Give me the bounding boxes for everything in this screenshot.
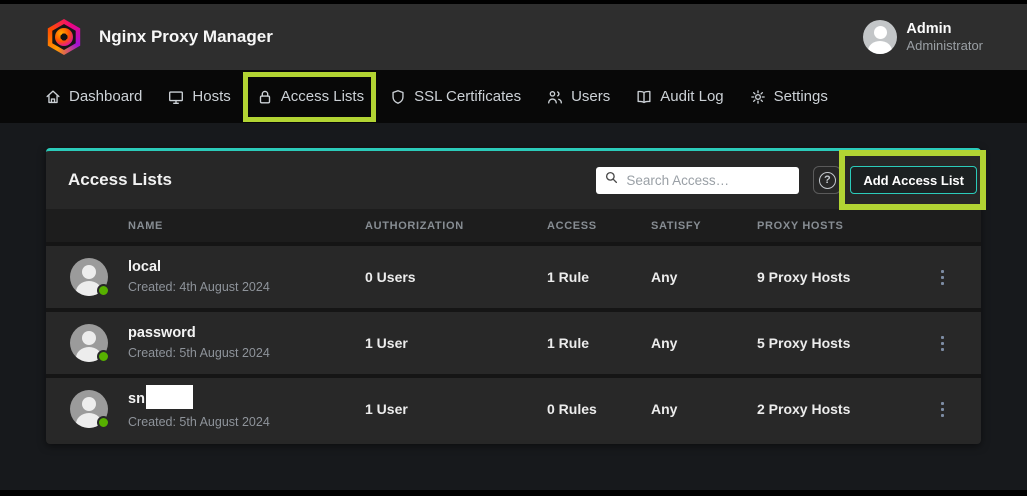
created-date: Created: 5th August 2024 [128,345,365,361]
row-menu-kebab-icon[interactable] [937,332,948,355]
shield-icon [389,88,407,106]
column-header-proxy-hosts: PROXY HOSTS [757,220,927,232]
satisfy-value: Any [651,401,757,417]
column-header-authorization: AUTHORIZATION [365,220,547,232]
nav-label: Users [571,88,610,105]
search-input[interactable] [626,173,791,188]
gear-icon [749,88,767,106]
user-role: Administrator [906,38,983,54]
column-header-satisfy: SATISFY [651,220,757,232]
access-lists-panel: Access Lists ? Add Access List NAME AUTH… [46,148,981,444]
npm-logo-icon [46,19,82,55]
row-menu-kebab-icon[interactable] [937,398,948,421]
help-icon: ? [819,172,836,189]
table-row[interactable]: sn Created: 5th August 2024 1 User 0 Rul… [46,374,981,440]
created-date: Created: 5th August 2024 [128,414,365,430]
app-title: Nginx Proxy Manager [99,27,273,47]
redaction-box [146,385,193,409]
lock-icon [256,88,274,106]
avatar[interactable] [863,20,897,54]
authorization-value: 0 Users [365,269,547,285]
status-dot [97,284,110,297]
nav-item-dashboard[interactable]: Dashboard [44,88,142,106]
proxy-hosts-value: 2 Proxy Hosts [757,401,927,417]
satisfy-value: Any [651,335,757,351]
nav-item-ssl-certificates[interactable]: SSL Certificates [389,88,521,106]
nav-item-users[interactable]: Users [546,88,610,106]
nav-item-settings[interactable]: Settings [749,88,828,106]
access-value: 0 Rules [547,401,651,417]
access-list-name: sn [128,390,145,409]
access-list-name: local [128,258,365,277]
access-list-name: password [128,324,365,343]
book-icon [635,88,653,106]
bottom-edge-strip [0,490,1027,496]
status-dot [97,416,110,429]
nav-label: Dashboard [69,88,142,105]
proxy-hosts-value: 9 Proxy Hosts [757,269,927,285]
users-icon [546,88,564,106]
nav-item-hosts[interactable]: Hosts [167,88,230,106]
nav-label: Audit Log [660,88,723,105]
help-button[interactable]: ? [813,166,841,194]
proxy-hosts-value: 5 Proxy Hosts [757,335,927,351]
user-name: Admin [906,20,983,38]
panel-header: Access Lists ? Add Access List [46,151,981,209]
table-row[interactable]: local Created: 4th August 2024 0 Users 1… [46,242,981,308]
search-box [596,167,799,194]
nav-label: Settings [774,88,828,105]
app-header: Nginx Proxy Manager Admin Administrator [0,4,1027,70]
panel-title: Access Lists [68,170,172,190]
add-access-list-button[interactable]: Add Access List [850,166,977,194]
authorization-value: 1 User [365,335,547,351]
nav-label: Hosts [192,88,230,105]
table-header: NAME AUTHORIZATION ACCESS SATISFY PROXY … [46,209,981,242]
monitor-icon [167,88,185,106]
table-row[interactable]: password Created: 5th August 2024 1 User… [46,308,981,374]
user-menu[interactable]: Admin Administrator [863,20,983,54]
access-value: 1 Rule [547,335,651,351]
nav-item-audit-log[interactable]: Audit Log [635,88,723,106]
satisfy-value: Any [651,269,757,285]
column-header-access: ACCESS [547,220,651,232]
nav-label: SSL Certificates [414,88,521,105]
nav-item-access-lists[interactable]: Access Lists [256,88,364,106]
column-header-name: NAME [128,220,365,232]
home-icon [44,88,62,106]
nav-label: Access Lists [281,88,364,105]
authorization-value: 1 User [365,401,547,417]
access-value: 1 Rule [547,269,651,285]
main-nav: Dashboard Hosts Access Lists SSL Certifi… [0,70,1027,123]
search-icon [604,170,619,190]
status-dot [97,350,110,363]
created-date: Created: 4th August 2024 [128,279,365,295]
row-menu-kebab-icon[interactable] [937,266,948,289]
